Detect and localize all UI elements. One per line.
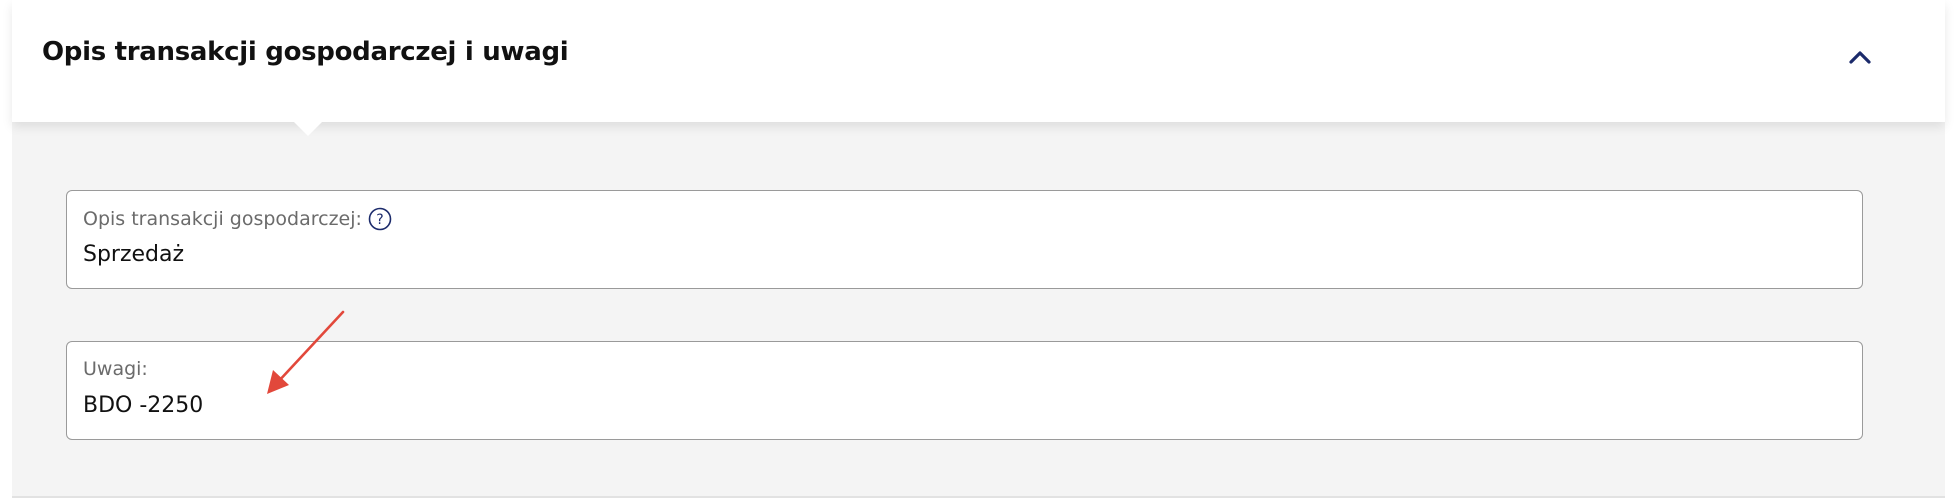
transaction-description-value[interactable]: Sprzedaż — [83, 242, 184, 267]
section-title: Opis transakcji gospodarczej i uwagi — [42, 37, 569, 67]
transaction-description-field[interactable]: Opis transakcji gospodarczej: ? Sprzedaż — [66, 190, 1863, 289]
notes-label: Uwagi: — [83, 358, 148, 380]
transaction-description-label-text: Opis transakcji gospodarczej: — [83, 208, 362, 230]
svg-text:?: ? — [376, 212, 383, 228]
transaction-description-label: Opis transakcji gospodarczej: ? — [83, 207, 392, 231]
header-pointer-notch — [290, 118, 326, 136]
notes-field[interactable]: Uwagi: BDO -2250 — [66, 341, 1863, 440]
help-icon[interactable]: ? — [368, 207, 392, 231]
notes-value[interactable]: BDO -2250 — [83, 393, 203, 418]
section-header[interactable]: Opis transakcji gospodarczej i uwagi — [12, 0, 1945, 122]
chevron-up-icon — [1849, 51, 1871, 64]
collapse-section-button[interactable] — [1838, 36, 1882, 80]
